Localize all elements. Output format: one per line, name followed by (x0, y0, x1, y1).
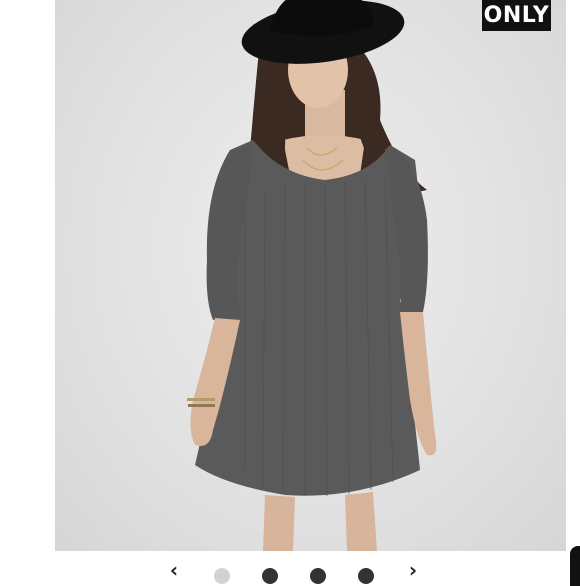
carousel-dot-1[interactable] (214, 568, 230, 584)
carousel-dot-2[interactable] (262, 568, 278, 584)
model-illustration (187, 0, 437, 551)
chevron-right-icon[interactable]: › (403, 560, 423, 580)
image-carousel-controls: ‹ › (0, 560, 580, 584)
carousel-dot-4[interactable] (358, 568, 374, 584)
product-photo[interactable] (55, 0, 566, 551)
scroll-edge-tab (570, 546, 580, 586)
chevron-left-icon[interactable]: ‹ (164, 560, 184, 580)
only-badge: ONLY (482, 0, 551, 31)
carousel-dot-3[interactable] (310, 568, 326, 584)
